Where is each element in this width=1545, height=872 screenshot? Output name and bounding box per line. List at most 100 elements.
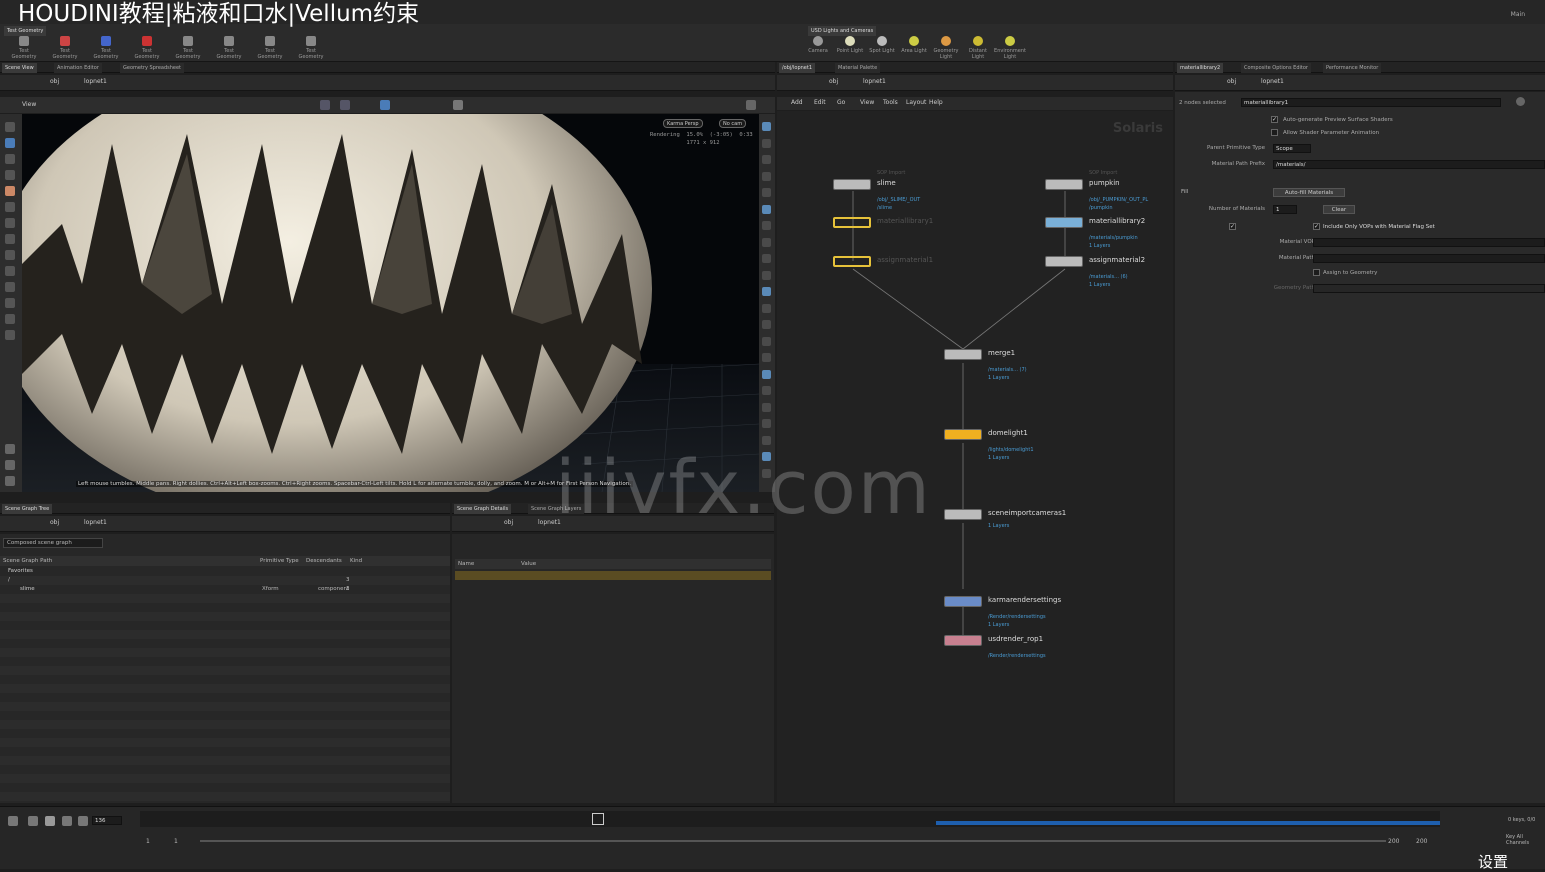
node-body[interactable]	[833, 217, 871, 228]
menu-add[interactable]: Add	[791, 99, 803, 106]
sgd-path-obj[interactable]: obj	[504, 519, 513, 526]
start-frame[interactable]: 1	[146, 838, 150, 845]
end-frame-2[interactable]: 200	[1416, 838, 1427, 845]
tool-icon[interactable]	[5, 282, 15, 292]
table-row[interactable]	[0, 612, 450, 621]
mat-vop-field[interactable]	[1313, 238, 1545, 247]
display-icon[interactable]	[380, 100, 390, 110]
tool-icon[interactable]	[5, 170, 15, 180]
step-back-icon[interactable]	[28, 816, 38, 826]
net-path-obj[interactable]: obj	[829, 78, 838, 85]
table-row[interactable]	[0, 603, 450, 612]
display-option-icon[interactable]	[762, 254, 771, 263]
display-option-icon[interactable]	[762, 419, 771, 428]
tab-animation-editor[interactable]: Animation Editor	[54, 63, 102, 73]
display-option-icon[interactable]	[762, 402, 771, 412]
camera-icon[interactable]	[453, 100, 463, 110]
tab-scene-graph-details[interactable]: Scene Graph Details	[454, 504, 512, 514]
display-option-icon[interactable]	[762, 270, 771, 280]
tool-icon[interactable]	[5, 250, 15, 260]
sgd-col-name[interactable]: Name	[458, 559, 474, 569]
tree-item-name[interactable]: Favorites	[8, 568, 33, 574]
start-frame-2[interactable]: 1	[174, 838, 178, 845]
col-type[interactable]: Primitive Type	[260, 556, 299, 566]
menu-help[interactable]: Help	[929, 99, 943, 106]
display-option-icon[interactable]	[762, 188, 771, 197]
table-row[interactable]	[0, 648, 450, 657]
auto-fill-button[interactable]: Auto-fill Materials	[1273, 188, 1345, 197]
shelf-tool-point-light[interactable]: Point Light	[834, 36, 866, 54]
tool-icon[interactable]	[5, 330, 15, 340]
multiparm-checkbox[interactable]: ✓	[1229, 223, 1236, 230]
clear-button[interactable]: Clear	[1323, 205, 1355, 214]
tool-icon[interactable]	[5, 444, 15, 454]
shelf-tool-camera[interactable]: Camera	[802, 36, 834, 54]
table-row[interactable]	[0, 675, 450, 684]
mat-prefix-field[interactable]: /materials/	[1273, 160, 1545, 169]
table-row[interactable]	[0, 765, 450, 774]
display-option-icon[interactable]	[762, 155, 771, 164]
table-row[interactable]	[0, 630, 450, 639]
table-row[interactable]	[0, 774, 450, 783]
sgd-col-value[interactable]: Value	[521, 559, 536, 569]
allow-anim-checkbox[interactable]	[1271, 129, 1278, 136]
key-all-channels[interactable]: Key All Channels	[1506, 834, 1545, 846]
range-bar[interactable]	[200, 840, 1386, 842]
shelf-tool-geometry-light[interactable]: Geometry Light	[930, 36, 962, 60]
table-row[interactable]	[0, 693, 450, 702]
col-path[interactable]: Scene Graph Path	[3, 556, 52, 566]
node-body[interactable]	[944, 429, 982, 440]
tab-scene-graph-tree[interactable]: Scene Graph Tree	[2, 504, 53, 514]
tree-item-name[interactable]: /	[8, 577, 10, 583]
display-option-icon[interactable]	[762, 237, 771, 247]
shelf-tool-spot-light[interactable]: Spot Light	[866, 36, 898, 54]
node-body[interactable]	[944, 596, 982, 607]
path-obj[interactable]: obj	[50, 78, 59, 85]
tool-icon[interactable]	[5, 202, 15, 212]
tool-icon[interactable]	[5, 298, 15, 308]
tab-scene-view[interactable]: Scene View	[2, 63, 37, 73]
table-row[interactable]	[0, 783, 450, 792]
shelf-tool-test-geometry[interactable]: Test Geometry	[170, 36, 206, 60]
display-option-icon[interactable]	[762, 221, 771, 230]
node-body[interactable]	[944, 349, 982, 360]
node-body[interactable]	[1045, 179, 1083, 190]
fill-section[interactable]: Fill	[1181, 189, 1188, 195]
tool-icon[interactable]	[5, 154, 15, 164]
params-path-lopnet[interactable]: lopnet1	[1261, 78, 1284, 85]
node-name-field[interactable]: materiallibrary1	[1241, 98, 1501, 107]
display-option-icon[interactable]	[762, 171, 771, 181]
shelf-tool-test-geometry[interactable]: Test Geometry	[88, 36, 124, 60]
geo-path-field[interactable]	[1313, 284, 1545, 293]
tool-icon[interactable]	[5, 266, 15, 276]
tab-geometry-spreadsheet[interactable]: Geometry Spreadsheet	[120, 63, 185, 73]
display-option-icon[interactable]	[762, 204, 771, 214]
tab-network[interactable]: /obj/lopnet1	[779, 63, 815, 73]
current-frame[interactable]: 136	[92, 816, 122, 825]
menu-tools[interactable]: Tools	[883, 99, 898, 106]
num-mat-field[interactable]: 1	[1273, 205, 1297, 214]
tool-icon[interactable]	[5, 138, 15, 148]
node-body[interactable]	[833, 256, 871, 267]
display-option-icon[interactable]	[762, 336, 771, 346]
viewport-render[interactable]	[22, 114, 759, 492]
menu-go[interactable]: Go	[837, 99, 845, 106]
display-option-icon[interactable]	[762, 138, 771, 148]
display-option-icon[interactable]	[762, 369, 771, 379]
node-body[interactable]	[944, 635, 982, 646]
shelf-tool-test-geometry[interactable]: Test Geometry	[293, 36, 329, 60]
composed-mode-select[interactable]: Composed scene graph	[3, 538, 103, 548]
table-row[interactable]	[0, 756, 450, 765]
params-path-obj[interactable]: obj	[1227, 78, 1236, 85]
end-frame[interactable]: 200	[1388, 838, 1399, 845]
node-body[interactable]	[1045, 217, 1083, 228]
table-row[interactable]	[0, 702, 450, 711]
node-body[interactable]	[1045, 256, 1083, 267]
tool-icon[interactable]	[5, 218, 15, 228]
shelf-tool-test-geometry[interactable]: Test Geometry	[211, 36, 247, 60]
shelf-tool-test-geometry[interactable]: Test Geometry	[47, 36, 83, 60]
table-row[interactable]	[0, 657, 450, 666]
display-option-icon[interactable]	[762, 435, 771, 445]
col-desc[interactable]: Descendants	[306, 556, 342, 566]
play-icon[interactable]	[62, 816, 72, 826]
